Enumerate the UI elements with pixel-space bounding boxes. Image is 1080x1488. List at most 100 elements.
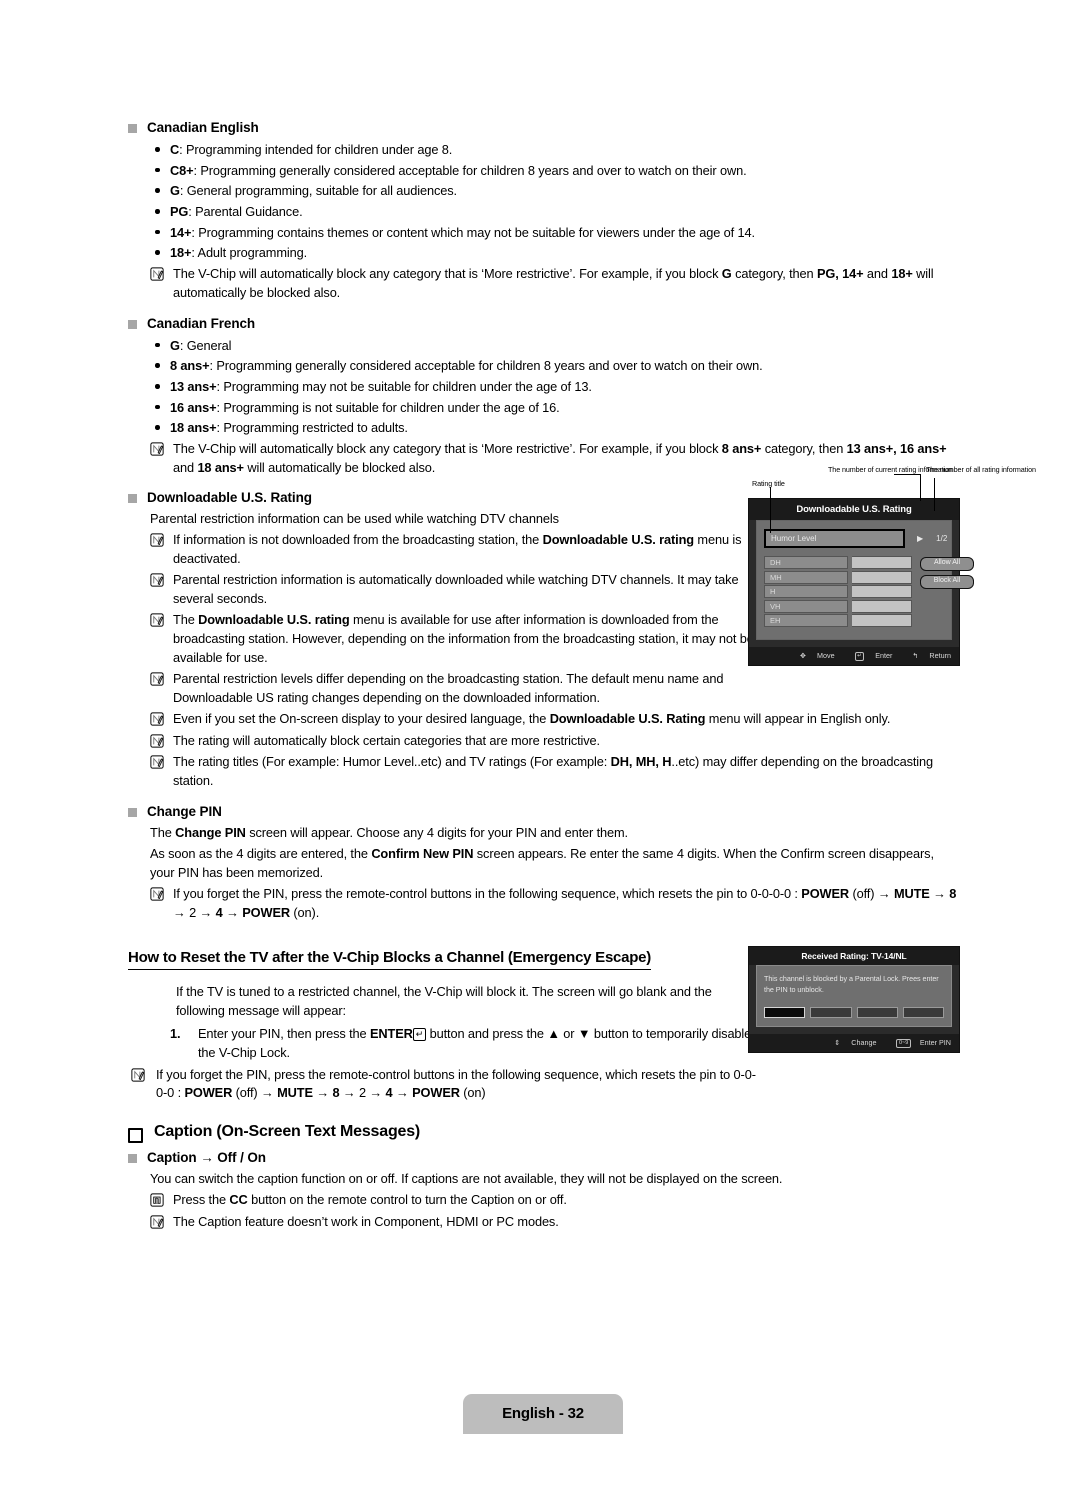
osd-footer-hints: ✥ Move ↵ Enter ↰ Return: [749, 646, 959, 665]
osd-message-text: This channel is blocked by a Parental Lo…: [764, 974, 939, 995]
osd-title-row: Humor Level ▶ 1/2: [764, 529, 947, 548]
osd-grid-wrap: DH MH H VH EH Allow All Block All: [764, 556, 974, 629]
note-icon: [150, 733, 164, 748]
table-row[interactable]: H: [764, 585, 912, 598]
note-text: Parental restriction levels differ depen…: [173, 671, 724, 705]
block-all-button[interactable]: Block All: [920, 575, 974, 589]
press-note-item: Press the CC button on the remote contro…: [128, 1191, 960, 1210]
change-pin-paragraph-1: The Change PIN screen will appear. Choos…: [150, 825, 628, 841]
enter-key-icon: ↵: [854, 651, 865, 661]
list-item: G: General: [128, 336, 960, 355]
step-number: 1.: [170, 1025, 181, 1041]
note-item: If you forget the PIN, press the remote-…: [128, 885, 960, 923]
osd-rating-menu: Downloadable U.S. Rating Humor Level ▶ 1…: [748, 498, 974, 666]
note-text: Even if you set the On-screen display to…: [173, 711, 891, 727]
rating-checkbox-cell[interactable]: [852, 570, 912, 584]
next-arrow-icon[interactable]: ▶: [917, 534, 923, 543]
figure-downloadable-rating-menu: Rating title The number of current ratin…: [748, 462, 1036, 666]
note-item: The Caption feature doesn’t work in Comp…: [128, 1213, 960, 1232]
section-title: Caption → Off / On: [147, 1150, 266, 1166]
rating-grid: DH MH H VH EH: [764, 556, 912, 629]
table-row[interactable]: DH: [764, 556, 912, 569]
osd-received-footer-hints: ⇕ Change 0~9 Enter PIN: [749, 1034, 959, 1053]
table-row[interactable]: MH: [764, 570, 912, 584]
section-marker-icon: [128, 319, 137, 329]
rating-label: DH: [764, 556, 848, 569]
section-title: Canadian French: [147, 315, 256, 331]
pin-entry-row[interactable]: [764, 1007, 944, 1019]
leader-line: [934, 478, 935, 511]
note-item: The V-Chip will automatically block any …: [128, 265, 960, 303]
note-icon: [150, 887, 164, 901]
hint-change-label: Change: [851, 1038, 877, 1048]
section-marker-icon: [128, 124, 137, 133]
osd-message-body: This channel is blocked by a Parental Lo…: [756, 965, 952, 1028]
section-marker-icon: [128, 493, 137, 503]
note-item: The rating will automatically block cert…: [128, 732, 960, 751]
note-item: The Downloadable U.S. rating menu is ava…: [128, 611, 773, 667]
note-icon: [150, 442, 164, 456]
page-title-caption: Caption (On-Screen Text Messages): [128, 1123, 960, 1144]
table-row[interactable]: VH: [764, 599, 912, 613]
press-button-icon: [150, 1193, 164, 1208]
note-icon: [150, 267, 164, 281]
note-icon: [150, 573, 164, 587]
rating-checkbox-cell[interactable]: [852, 599, 912, 613]
list-item: C: Programming intended for children und…: [128, 140, 960, 159]
chapter-marker-icon: [128, 1128, 143, 1144]
section-heading-canadian-english: Canadian English: [128, 120, 960, 135]
pin-digit-3[interactable]: [856, 1007, 898, 1019]
note-icon: [150, 755, 164, 769]
leader-line: [894, 474, 921, 475]
section-title: Downloadable U.S. Rating: [147, 489, 312, 505]
page-content: Canadian English C: Programming intended…: [128, 120, 960, 1234]
list-item: PG: Parental Guidance.: [128, 202, 960, 221]
note-text: If you forget the PIN, press the remote-…: [173, 886, 957, 921]
pin-digit-4[interactable]: [902, 1007, 944, 1019]
pin-digit-2[interactable]: [810, 1007, 852, 1019]
note-icon: [150, 712, 164, 726]
list-item: 13 ans+: Programming may not be suitable…: [128, 377, 960, 396]
canadian-french-list: G: General 8 ans+: Programming generally…: [128, 336, 960, 438]
rating-checkbox-cell[interactable]: [852, 585, 912, 598]
note-icon: [150, 533, 164, 547]
rating-checkbox-cell[interactable]: [852, 614, 912, 627]
hint-enter: ↵ Enter: [846, 651, 892, 661]
list-item: 8 ans+: Programming generally considered…: [128, 356, 960, 375]
leader-line: [920, 474, 921, 501]
rating-checkbox-cell[interactable]: [852, 556, 912, 569]
section-marker-icon: [128, 808, 137, 818]
list-item: 18 ans+: Programming restricted to adult…: [128, 418, 960, 437]
rating-label: MH: [764, 570, 848, 584]
note-text: If you forget the PIN, press the remote-…: [156, 1066, 756, 1101]
list-item: 18+: Adult programming.: [128, 243, 960, 262]
dpad-icon: ✥: [799, 650, 807, 660]
hint-enter-pin-label: Enter PIN: [919, 1038, 951, 1048]
callout-current-rating-count: The number of current rating information: [828, 465, 953, 474]
note-icon: [150, 613, 164, 627]
up-down-icon: ⇕: [834, 1038, 841, 1048]
note-item: Parental restriction information is auto…: [128, 571, 773, 609]
hint-return-label: Return: [929, 650, 951, 660]
rating-title-field[interactable]: Humor Level: [764, 529, 905, 548]
section-heading-caption-onoff: Caption → Off / On: [128, 1150, 960, 1165]
note-icon: [131, 1067, 145, 1082]
note-text: The Downloadable U.S. rating menu is ava…: [173, 612, 754, 665]
note-text: Parental restriction information is auto…: [173, 572, 739, 606]
hint-move: ✥ Move: [791, 651, 835, 660]
note-item: Parental restriction levels differ depen…: [128, 670, 773, 708]
note-text: The V-Chip will automatically block any …: [173, 266, 934, 300]
note-item: Even if you set the On-screen display to…: [128, 710, 960, 729]
pin-digit-1[interactable]: [764, 1007, 806, 1019]
caption-heading-text: Caption (On-Screen Text Messages): [154, 1123, 421, 1141]
note-item: If you forget the PIN, press the remote-…: [128, 1066, 756, 1104]
hint-return: ↰ Return: [903, 651, 951, 660]
note-icon: [150, 1215, 164, 1229]
list-item: 16 ans+: Programming is not suitable for…: [128, 398, 960, 417]
change-pin-paragraph-2: As soon as the 4 digits are entered, the…: [150, 846, 934, 880]
table-row[interactable]: EH: [764, 614, 912, 627]
allow-all-button[interactable]: Allow All: [920, 557, 974, 571]
section-title: Canadian English: [147, 120, 259, 135]
figure-received-rating-message: Received Rating: TV-14/NL This channel i…: [748, 946, 960, 1054]
leader-line: [770, 487, 771, 533]
